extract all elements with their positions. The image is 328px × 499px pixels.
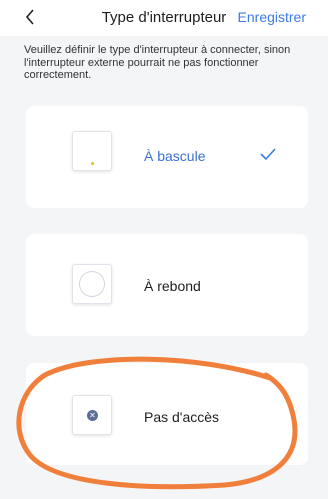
option-label: À rebond [144,278,201,294]
no-access-switch-icon: ✕ [72,395,112,435]
option-label: Pas d'accès [144,409,220,425]
x-icon: ✕ [87,410,98,421]
save-button[interactable]: Enregistrer [238,9,306,25]
description-text: Veuillez définir le type d'interrupteur … [24,44,291,81]
toggle-switch-icon [72,131,112,171]
option-no-access-card[interactable]: ✕ Pas d'accès [26,363,308,465]
indicator-dot [91,162,94,165]
option-toggle-card[interactable]: À bascule [26,106,308,208]
checkmark-icon [260,148,276,161]
push-button-switch-icon [72,264,112,304]
button-ring [79,271,105,297]
option-label: À bascule [144,148,206,164]
header-bar: Type d'interrupteur Enregistrer [0,0,328,36]
option-push-button-card[interactable]: À rebond [26,234,308,336]
